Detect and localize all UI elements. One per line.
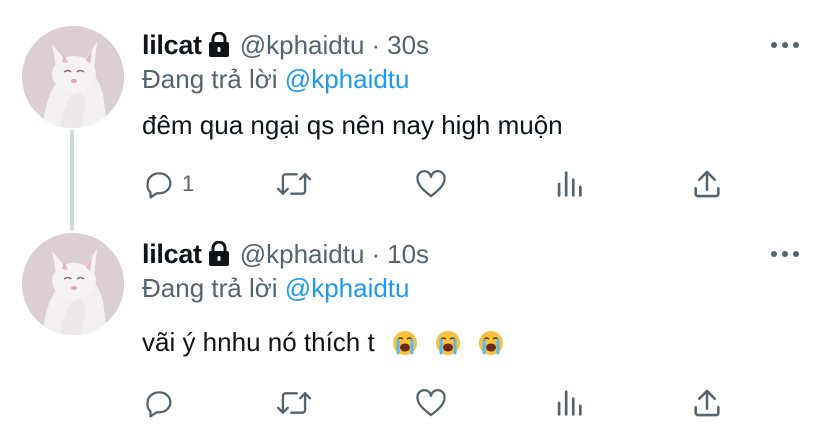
analytics-button[interactable] xyxy=(552,386,586,420)
share-button[interactable] xyxy=(690,167,724,201)
reply-button[interactable]: 1 xyxy=(142,167,194,201)
separator-dot: · xyxy=(371,238,381,269)
timestamp[interactable]: 30s xyxy=(387,30,429,61)
avatar-cat-image xyxy=(22,233,124,335)
like-icon xyxy=(416,170,446,198)
lock-icon xyxy=(208,32,230,58)
analytics-icon xyxy=(557,390,582,416)
avatar[interactable] xyxy=(22,233,124,335)
loudly-crying-face-emoji xyxy=(435,330,461,356)
like-button[interactable] xyxy=(414,167,448,201)
replying-prefix: Đang trả lời xyxy=(142,273,278,303)
tweet-header: lilcat @kphaidtu · 10s xyxy=(142,237,429,271)
analytics-button[interactable] xyxy=(552,167,586,201)
share-icon xyxy=(694,389,720,417)
retweet-icon xyxy=(276,173,312,195)
replying-to: Đang trả lời @kphaidtu xyxy=(142,64,410,95)
timestamp[interactable]: 10s xyxy=(387,239,429,270)
analytics-icon xyxy=(557,171,582,197)
tweet-actions xyxy=(140,386,740,420)
share-button[interactable] xyxy=(690,386,724,420)
user-handle[interactable]: @kphaidtu xyxy=(240,30,365,61)
reply-count: 1 xyxy=(182,171,195,196)
loudly-crying-face-emoji xyxy=(478,330,504,356)
tweet-header: lilcat @kphaidtu · 30s xyxy=(142,28,429,62)
loudly-crying-face-emoji xyxy=(392,330,418,356)
replying-to: Đang trả lời @kphaidtu xyxy=(142,273,410,304)
avatar-cat-image xyxy=(22,26,124,128)
like-button[interactable] xyxy=(414,386,448,420)
retweet-button[interactable] xyxy=(276,167,312,201)
retweet-icon xyxy=(276,392,312,414)
tweet-text-content: vãi ý hnhu nó thích t xyxy=(142,327,375,357)
tweet-1[interactable]: lilcat @kphaidtu · 30s Đang trả lời @kph… xyxy=(0,0,828,215)
user-handle[interactable]: @kphaidtu xyxy=(240,239,365,270)
retweet-button[interactable] xyxy=(276,386,312,420)
tweet-2[interactable]: lilcat @kphaidtu · 10s Đang trả lời @kph… xyxy=(0,215,828,435)
share-icon xyxy=(694,170,720,198)
more-icon[interactable] xyxy=(770,40,800,50)
reply-icon xyxy=(146,391,172,418)
like-icon xyxy=(416,389,446,417)
replying-prefix: Đang trả lời xyxy=(142,64,278,94)
reply-icon xyxy=(146,172,172,199)
tweet-actions: 1 xyxy=(140,167,740,201)
separator-dot: · xyxy=(371,29,381,60)
avatar[interactable] xyxy=(22,26,124,128)
reply-button[interactable] xyxy=(142,386,182,420)
tweet-text: đêm qua ngại qs nên nay high muộn xyxy=(142,110,563,140)
lock-icon xyxy=(208,241,230,267)
tweet-text: vãi ý hnhu nó thích t xyxy=(142,327,504,358)
display-name[interactable]: lilcat xyxy=(142,239,202,270)
display-name[interactable]: lilcat xyxy=(142,30,202,61)
more-icon[interactable] xyxy=(770,249,800,259)
replying-mention-link[interactable]: @kphaidtu xyxy=(285,273,410,303)
replying-mention-link[interactable]: @kphaidtu xyxy=(285,64,410,94)
